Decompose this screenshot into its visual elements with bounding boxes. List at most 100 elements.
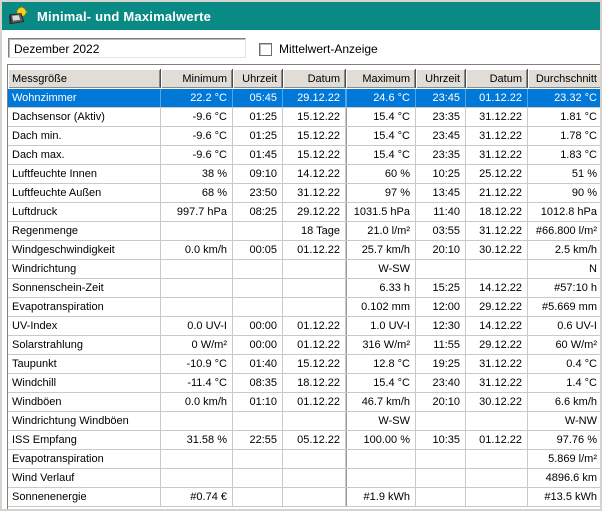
table-row[interactable]: Windchill-11.4 °C08:3518.12.2215.4 °C23:… bbox=[8, 374, 602, 393]
cell-durchschnitt: 1.4 °C bbox=[528, 374, 602, 392]
cell-uhrzeit-min bbox=[233, 469, 283, 487]
cell-uhrzeit-max: 23:40 bbox=[416, 374, 466, 392]
window-frame-top bbox=[0, 0, 602, 2]
cell-uhrzeit-max: 10:25 bbox=[416, 165, 466, 183]
table-row[interactable]: Wohnzimmer22.2 °C05:4529.12.2224.6 °C23:… bbox=[8, 89, 602, 108]
cell-uhrzeit-min: 08:35 bbox=[233, 374, 283, 392]
cell-messgroesse: Taupunkt bbox=[8, 355, 161, 373]
cell-datum-min bbox=[283, 412, 346, 430]
cell-uhrzeit-min bbox=[233, 450, 283, 468]
cell-minimum bbox=[161, 298, 233, 316]
table-row[interactable]: Dachsensor (Aktiv)-9.6 °C01:2515.12.2215… bbox=[8, 108, 602, 127]
cell-durchschnitt: #5.669 mm bbox=[528, 298, 602, 316]
table-row[interactable]: UV-Index0.0 UV-I00:0001.12.221.0 UV-I12:… bbox=[8, 317, 602, 336]
cell-uhrzeit-max: 10:35 bbox=[416, 431, 466, 449]
cell-datum-min: 15.12.22 bbox=[283, 146, 346, 164]
cell-datum-min: 01.12.22 bbox=[283, 336, 346, 354]
cell-datum-min bbox=[283, 260, 346, 278]
title-bar[interactable]: Minimal- und Maximalwerte bbox=[2, 2, 600, 30]
cell-minimum bbox=[161, 412, 233, 430]
cell-uhrzeit-max: 20:10 bbox=[416, 241, 466, 259]
cell-maximum: 97 % bbox=[346, 184, 416, 202]
cell-uhrzeit-max: 11:40 bbox=[416, 203, 466, 221]
cell-messgroesse: Windchill bbox=[8, 374, 161, 392]
cell-durchschnitt: 51 % bbox=[528, 165, 602, 183]
cell-maximum: 15.4 °C bbox=[346, 127, 416, 145]
table-row[interactable]: Taupunkt-10.9 °C01:4015.12.2212.8 °C19:2… bbox=[8, 355, 602, 374]
cell-datum-max: 30.12.22 bbox=[466, 393, 528, 411]
cell-uhrzeit-min: 01:40 bbox=[233, 355, 283, 373]
cell-datum-min bbox=[283, 450, 346, 468]
cell-messgroesse: Luftdruck bbox=[8, 203, 161, 221]
cell-datum-min: 01.12.22 bbox=[283, 241, 346, 259]
table-row[interactable]: Windgeschwindigkeit0.0 km/h00:0501.12.22… bbox=[8, 241, 602, 260]
cell-maximum: 60 % bbox=[346, 165, 416, 183]
cell-maximum bbox=[346, 469, 416, 487]
cell-minimum: -9.6 °C bbox=[161, 108, 233, 126]
cell-datum-max: 30.12.22 bbox=[466, 241, 528, 259]
header-cell-datum-max[interactable]: Datum bbox=[466, 69, 528, 88]
table-row[interactable]: Luftdruck997.7 hPa08:2529.12.221031.5 hP… bbox=[8, 203, 602, 222]
cell-datum-max: 31.12.22 bbox=[466, 127, 528, 145]
cell-minimum: #0.74 € bbox=[161, 488, 233, 506]
table-row[interactable]: Sonnenschein-Zeit6.33 h15:2514.12.22#57:… bbox=[8, 279, 602, 298]
cell-minimum: 997.7 hPa bbox=[161, 203, 233, 221]
table-row[interactable]: Luftfeuchte Außen68 %23:5031.12.2297 %13… bbox=[8, 184, 602, 203]
cell-durchschnitt: 1.78 °C bbox=[528, 127, 602, 145]
cell-maximum: 15.4 °C bbox=[346, 146, 416, 164]
cell-maximum: 316 W/m² bbox=[346, 336, 416, 354]
table-row[interactable]: Windböen0.0 km/h01:1001.12.2246.7 km/h20… bbox=[8, 393, 602, 412]
header-cell-minimum[interactable]: Minimum bbox=[161, 69, 233, 88]
cell-minimum: 0.0 km/h bbox=[161, 393, 233, 411]
table-row[interactable]: Dach min.-9.6 °C01:2515.12.2215.4 °C23:4… bbox=[8, 127, 602, 146]
table-row[interactable]: Luftfeuchte Innen38 %09:1014.12.2260 %10… bbox=[8, 165, 602, 184]
cell-durchschnitt: N bbox=[528, 260, 602, 278]
cell-uhrzeit-min: 01:45 bbox=[233, 146, 283, 164]
cell-uhrzeit-max bbox=[416, 488, 466, 506]
cell-minimum: 0.0 km/h bbox=[161, 241, 233, 259]
cell-datum-max: 01.12.22 bbox=[466, 89, 528, 107]
header-cell-datum-min[interactable]: Datum bbox=[283, 69, 346, 88]
table-row[interactable]: Sonnenenergie#0.74 €#1.9 kWh#13.5 kWh bbox=[8, 488, 602, 507]
table-row[interactable]: ISS Empfang31.58 %22:5505.12.22100.00 %1… bbox=[8, 431, 602, 450]
cell-maximum: 0.102 mm bbox=[346, 298, 416, 316]
header-cell-uhrzeit-min[interactable]: Uhrzeit bbox=[233, 69, 283, 88]
cell-uhrzeit-min bbox=[233, 488, 283, 506]
cell-uhrzeit-min: 00:05 bbox=[233, 241, 283, 259]
cell-datum-min: 14.12.22 bbox=[283, 165, 346, 183]
period-input[interactable]: Dezember 2022 bbox=[8, 38, 246, 58]
table-row[interactable]: WindrichtungW-SWN bbox=[8, 260, 602, 279]
header-cell-messgroesse[interactable]: Messgröße bbox=[8, 69, 161, 88]
cell-maximum bbox=[346, 450, 416, 468]
header-cell-uhrzeit-max[interactable]: Uhrzeit bbox=[416, 69, 466, 88]
cell-maximum: #1.9 kWh bbox=[346, 488, 416, 506]
cell-minimum bbox=[161, 279, 233, 297]
cell-datum-min bbox=[283, 298, 346, 316]
header-cell-durchschnitt[interactable]: Durchschnitt bbox=[528, 69, 602, 88]
table-row[interactable]: Evapotranspiration5.869 l/m² bbox=[8, 450, 602, 469]
mittelwert-checkbox[interactable] bbox=[259, 43, 272, 56]
cell-maximum: 1031.5 hPa bbox=[346, 203, 416, 221]
cell-durchschnitt: 1012.8 hPa bbox=[528, 203, 602, 221]
cell-durchschnitt: #57:10 h bbox=[528, 279, 602, 297]
cell-uhrzeit-max: 19:25 bbox=[416, 355, 466, 373]
cell-datum-max: 31.12.22 bbox=[466, 355, 528, 373]
table-row[interactable]: Windrichtung WindböenW-SWW-NW bbox=[8, 412, 602, 431]
cell-durchschnitt: 4896.6 km bbox=[528, 469, 602, 487]
weather-station-icon bbox=[8, 6, 29, 27]
cell-datum-max bbox=[466, 412, 528, 430]
table-row[interactable]: Evapotranspiration0.102 mm12:0029.12.22#… bbox=[8, 298, 602, 317]
cell-uhrzeit-min: 01:25 bbox=[233, 127, 283, 145]
cell-uhrzeit-max bbox=[416, 412, 466, 430]
header-cell-maximum[interactable]: Maximum bbox=[346, 69, 416, 88]
cell-datum-max: 29.12.22 bbox=[466, 298, 528, 316]
table-row[interactable]: Wind Verlauf4896.6 km bbox=[8, 469, 602, 488]
cell-durchschnitt: 0.6 UV-I bbox=[528, 317, 602, 335]
table-row[interactable]: Solarstrahlung0 W/m²00:0001.12.22316 W/m… bbox=[8, 336, 602, 355]
cell-messgroesse: Windböen bbox=[8, 393, 161, 411]
table-row[interactable]: Dach max.-9.6 °C01:4515.12.2215.4 °C23:3… bbox=[8, 146, 602, 165]
cell-datum-min: 29.12.22 bbox=[283, 203, 346, 221]
table-row[interactable]: Regenmenge18 Tage21.0 l/m²03:5531.12.22#… bbox=[8, 222, 602, 241]
cell-minimum: 0 W/m² bbox=[161, 336, 233, 354]
cell-datum-max: 14.12.22 bbox=[466, 317, 528, 335]
